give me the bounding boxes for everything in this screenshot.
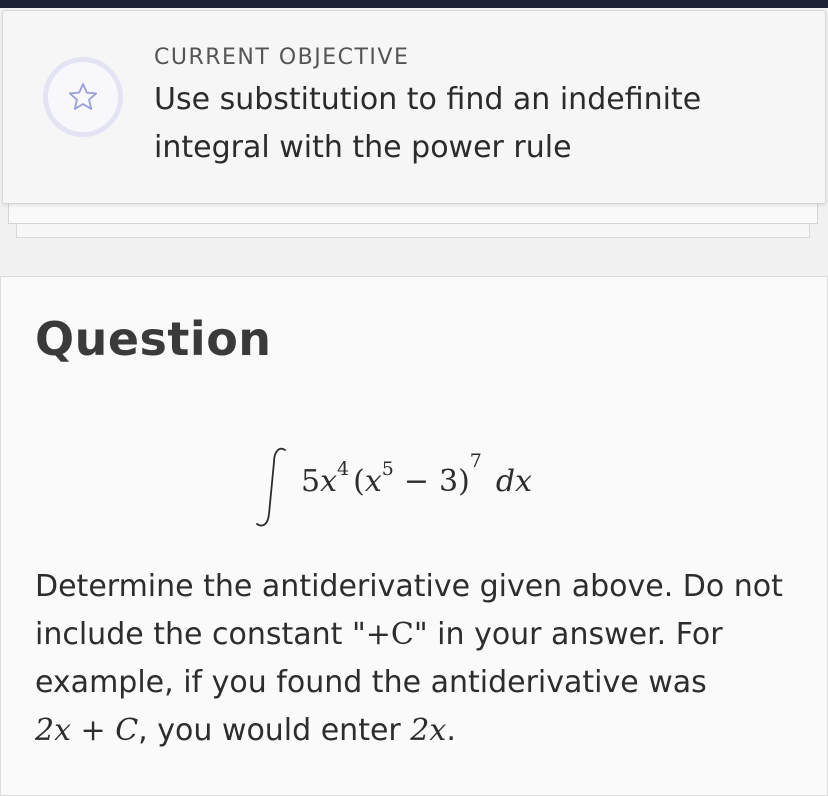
objective-text: Use substitution to find an indefinite i… xyxy=(154,82,702,165)
question-title: Question xyxy=(35,312,272,366)
example-answer-with-c: 2x + C xyxy=(35,713,139,748)
integral-sign-icon xyxy=(256,447,286,527)
star-icon xyxy=(68,83,98,110)
plus-c: +C xyxy=(365,617,414,652)
constant: 3 xyxy=(439,464,458,499)
inner-variable: x xyxy=(365,464,382,499)
top-bar xyxy=(0,0,828,8)
variable: x xyxy=(320,464,337,499)
objective-badge xyxy=(43,57,123,137)
question-body: Determine the antiderivative given above… xyxy=(35,569,783,748)
differential: dx xyxy=(496,464,532,499)
integral-formula: 5x4 (x5−3)7dx xyxy=(256,447,532,527)
exponent-1: 4 xyxy=(337,458,349,480)
inner-exponent: 5 xyxy=(382,458,394,480)
objective-label: CURRENT OBJECTIVE xyxy=(154,45,410,70)
coefficient: 5 xyxy=(301,464,320,499)
example-answer: 2x xyxy=(410,713,447,748)
svg-text:5x4(x5−3)7dx: 5x4 (x5−3)7dx xyxy=(301,450,532,499)
outer-exponent: 7 xyxy=(470,450,482,472)
